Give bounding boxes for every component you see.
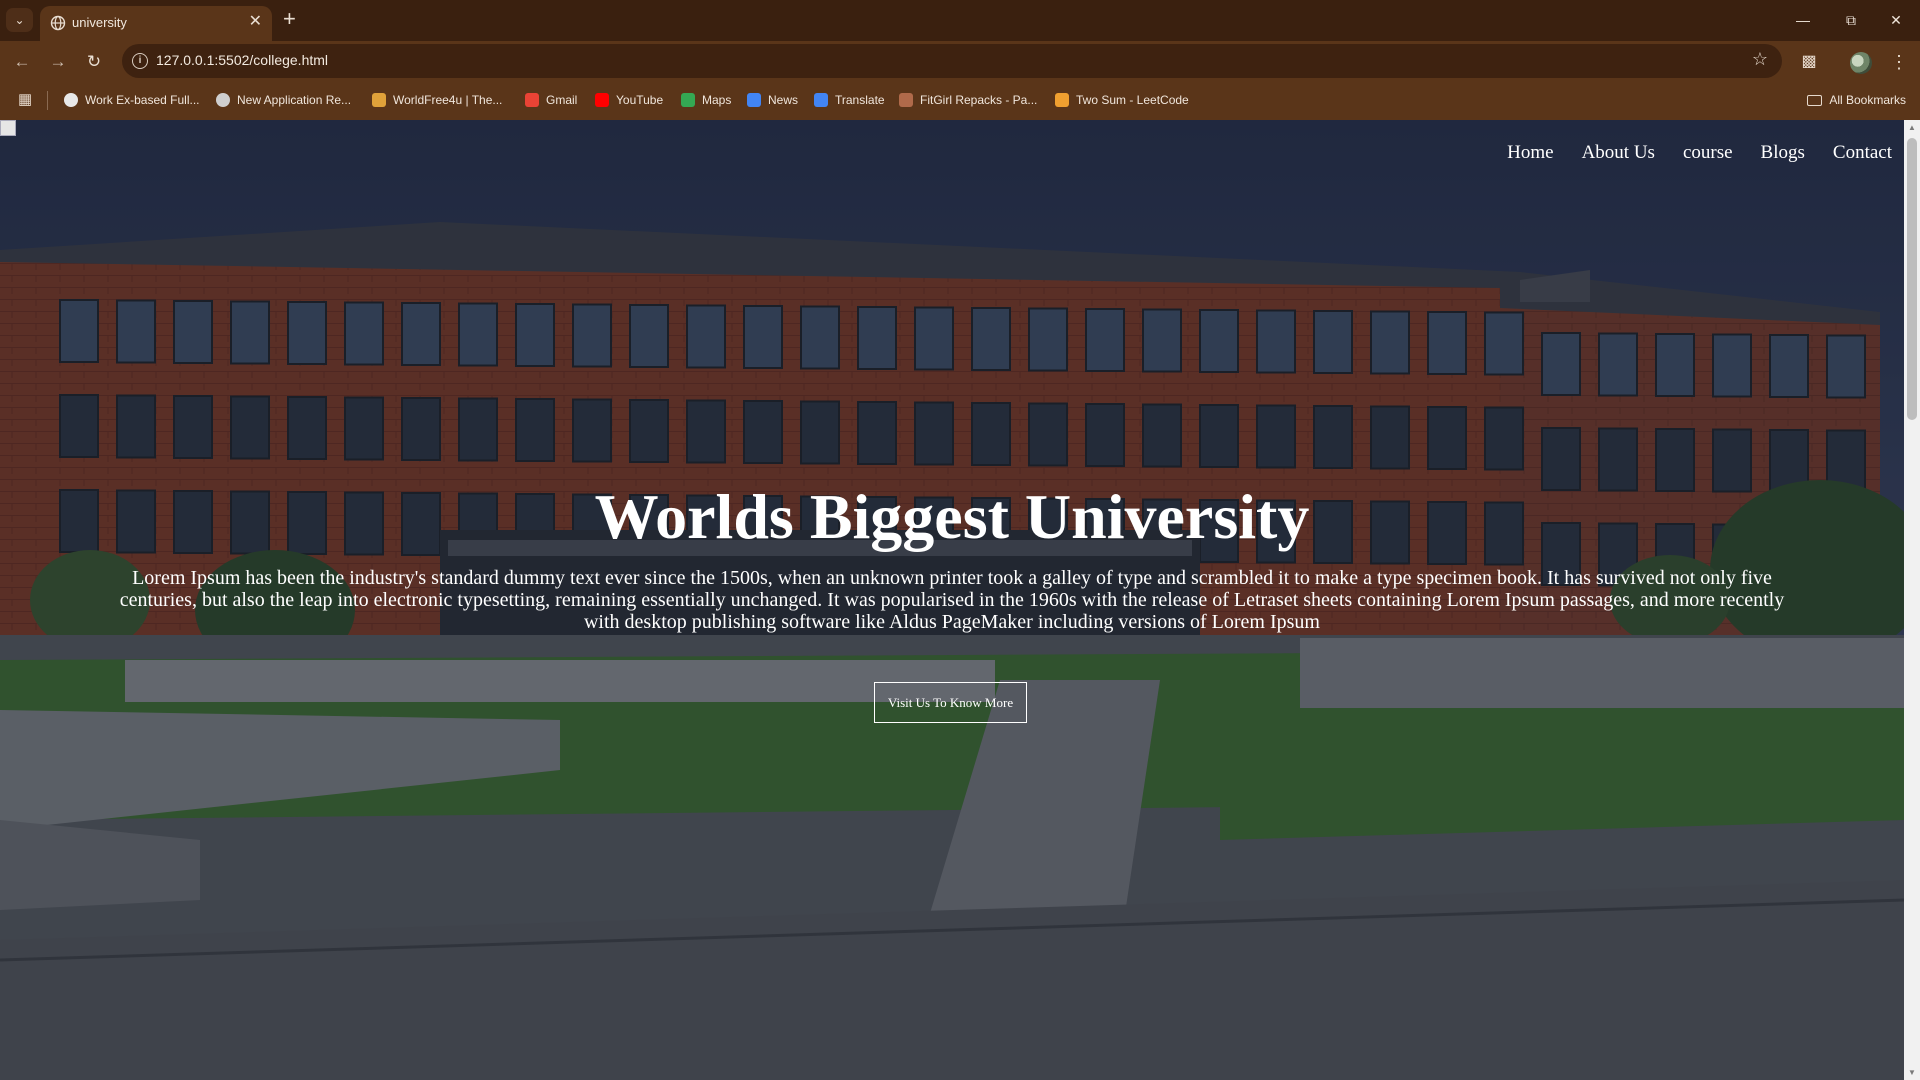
minimize-icon[interactable]: —: [1780, 6, 1826, 34]
more-menu-icon[interactable]: ⋮: [1887, 50, 1911, 74]
bookmark-label: News: [768, 93, 799, 107]
bookmark-item[interactable]: FitGirl Repacks - Pa...: [899, 89, 1037, 111]
nav-link-blogs[interactable]: Blogs: [1761, 142, 1805, 164]
vertical-scrollbar[interactable]: ▲ ▼: [1904, 120, 1920, 1080]
bookmark-item[interactable]: New Application Re...: [216, 89, 351, 111]
translate-icon: [814, 93, 828, 107]
bookmark-item[interactable]: News: [747, 89, 798, 111]
bookmark-star-icon[interactable]: ☆: [1752, 49, 1768, 70]
bookmark-label: FitGirl Repacks - Pa...: [920, 93, 1038, 107]
hero-headline: Worlds Biggest University: [594, 481, 1310, 552]
main-nav: Home About Us course Blogs Contact: [1507, 142, 1892, 164]
profile-avatar[interactable]: [1850, 52, 1872, 74]
browser-tab[interactable]: university ✕: [40, 6, 272, 41]
back-arrow-icon[interactable]: ←: [11, 51, 33, 73]
nav-link-course[interactable]: course: [1683, 142, 1733, 164]
bookmark-item[interactable]: Maps: [681, 89, 731, 111]
broken-image-icon: [0, 120, 16, 136]
bookmark-label: Work Ex-based Full...: [85, 93, 200, 107]
scroll-down-arrow-icon[interactable]: ▼: [1908, 1068, 1916, 1077]
reload-icon[interactable]: ↻: [83, 51, 105, 73]
new-tab-plus-icon[interactable]: +: [283, 7, 296, 31]
tab-strip: ⌄ university ✕ + — ⧉ ✕: [0, 0, 1920, 41]
hero-description: Lorem Ipsum has been the industry's stan…: [119, 567, 1785, 633]
tab-search-chevron-down-icon[interactable]: ⌄: [6, 8, 33, 32]
bookmark-label: Two Sum - LeetCode: [1076, 93, 1189, 107]
address-bar[interactable]: i 127.0.0.1:5502/college.html ☆: [122, 44, 1782, 78]
page-viewport: Home About Us course Blogs Contact World…: [0, 120, 1920, 1080]
browser-toolbar: ← → ↻ i 127.0.0.1:5502/college.html ☆ ▩ …: [0, 41, 1920, 81]
globe-icon: [64, 93, 78, 107]
worldfree-icon: [372, 93, 386, 107]
bookmark-item[interactable]: YouTube: [595, 89, 663, 111]
forward-arrow-icon[interactable]: →: [47, 51, 69, 73]
globe-icon: [216, 93, 230, 107]
bookmark-item[interactable]: WorldFree4u | The...: [372, 89, 502, 111]
bookmarks-bar: ▦ Work Ex-based Full... New Application R…: [0, 81, 1920, 120]
news-icon: [747, 93, 761, 107]
divider: [47, 91, 48, 110]
bookmark-label: Maps: [702, 93, 732, 107]
bookmark-label: WorldFree4u | The...: [393, 93, 503, 107]
gmail-icon: [525, 93, 539, 107]
all-bookmarks-label: All Bookmarks: [1829, 93, 1906, 107]
all-bookmarks-button[interactable]: All Bookmarks: [1807, 89, 1906, 111]
youtube-icon: [595, 93, 609, 107]
restore-icon[interactable]: ⧉: [1828, 6, 1874, 34]
extensions-puzzle-icon[interactable]: ▩: [1797, 50, 1821, 74]
folder-icon: [1807, 94, 1823, 106]
bookmark-label: Translate: [835, 93, 885, 107]
globe-icon: [50, 15, 66, 31]
bookmark-label: YouTube: [616, 93, 664, 107]
close-icon[interactable]: ✕: [249, 13, 262, 31]
close-window-icon[interactable]: ✕: [1873, 6, 1919, 34]
nav-link-contact[interactable]: Contact: [1833, 142, 1892, 164]
url-text[interactable]: 127.0.0.1:5502/college.html: [156, 52, 328, 68]
bookmark-item[interactable]: Translate: [814, 89, 885, 111]
bookmark-label: New Application Re...: [237, 93, 352, 107]
apps-grid-icon[interactable]: ▦: [18, 92, 34, 108]
scrollbar-thumb[interactable]: [1907, 138, 1917, 420]
nav-link-about-us[interactable]: About Us: [1582, 142, 1655, 164]
hero-section: Home About Us course Blogs Contact World…: [0, 120, 1904, 1080]
site-info-icon[interactable]: i: [132, 53, 148, 69]
nav-link-home[interactable]: Home: [1507, 142, 1553, 164]
bookmark-item[interactable]: Two Sum - LeetCode: [1055, 89, 1189, 111]
bookmark-label: Gmail: [546, 93, 578, 107]
bookmark-item[interactable]: Gmail: [525, 89, 577, 111]
tab-title: university: [72, 15, 127, 30]
scroll-up-arrow-icon[interactable]: ▲: [1908, 123, 1916, 132]
maps-icon: [681, 93, 695, 107]
leetcode-icon: [1055, 93, 1069, 107]
bookmark-item[interactable]: Work Ex-based Full...: [64, 89, 199, 111]
fitgirl-icon: [899, 93, 913, 107]
visit-us-button[interactable]: Visit Us To Know More: [874, 682, 1027, 723]
